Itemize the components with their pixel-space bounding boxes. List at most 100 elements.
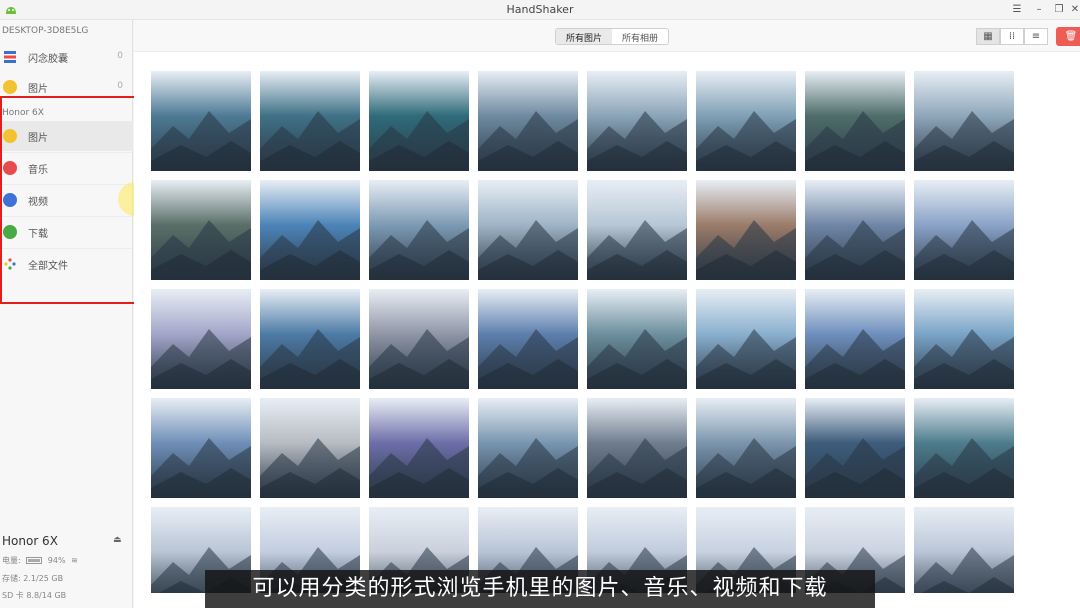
photo-thumbnail[interactable] [151, 289, 251, 389]
photo-thumbnail[interactable] [478, 289, 578, 389]
computer-name: DESKTOP-3D8E5LG [2, 26, 89, 36]
photo-image [151, 398, 251, 498]
photo-thumbnail[interactable] [696, 180, 796, 280]
menu-icon[interactable]: ☰ [1008, 2, 1026, 18]
photo-image [805, 71, 905, 171]
photo-image [805, 180, 905, 280]
device-name: Honor 6X [2, 534, 58, 548]
wifi-icon: ≋ [71, 556, 78, 565]
sidebar-item-label: 图片 [28, 84, 48, 95]
tab-all-photos[interactable]: 所有图片 [556, 29, 613, 44]
photo-image [260, 71, 360, 171]
photo-image [151, 71, 251, 171]
photo-image [369, 289, 469, 389]
grid-large-icon[interactable]: ▦ [976, 28, 1000, 45]
sd-status: SD 卡 8.8/14 GB [2, 590, 66, 601]
item-count: 0 [117, 81, 123, 91]
photo-image [805, 289, 905, 389]
trash-icon[interactable]: 🗑 [1056, 27, 1080, 46]
photo-thumbnail[interactable] [914, 398, 1014, 498]
photo-thumbnail[interactable] [260, 289, 360, 389]
photo-thumbnail[interactable] [260, 71, 360, 171]
photo-thumbnail[interactable] [369, 180, 469, 280]
storage-label: 存储: [2, 574, 21, 583]
window-title: HandShaker [506, 3, 574, 16]
battery-status: 电量: 94% ≋ [2, 555, 78, 566]
photo-image [151, 289, 251, 389]
photo-image [696, 289, 796, 389]
sidebar-item-label: 闪念胶囊 [28, 54, 68, 65]
photo-image [260, 289, 360, 389]
photo-thumbnail[interactable] [805, 398, 905, 498]
battery-label: 电量: [2, 556, 21, 565]
photo-image [914, 398, 1014, 498]
photo-thumbnail[interactable] [914, 289, 1014, 389]
battery-icon [26, 557, 43, 564]
list-icon[interactable]: ≡ [1024, 28, 1048, 45]
tab-all-albums[interactable]: 所有相册 [612, 29, 668, 44]
photo-thumbnail[interactable] [478, 398, 578, 498]
photo-thumbnail[interactable] [587, 71, 687, 171]
sd-value: 8.8/14 GB [26, 591, 67, 600]
photo-thumbnail[interactable] [805, 71, 905, 171]
photo-image [369, 398, 469, 498]
photo-thumbnail[interactable] [587, 289, 687, 389]
photo-thumbnail[interactable] [478, 71, 578, 171]
photo-image [914, 180, 1014, 280]
battery-fill [28, 559, 40, 562]
video-subtitle: 可以用分类的形式浏览手机里的图片、音乐、视频和下载 [205, 570, 875, 608]
eject-icon[interactable]: ⏏ [113, 535, 122, 545]
photo-thumbnail[interactable] [260, 398, 360, 498]
photo-thumbnail[interactable] [805, 289, 905, 389]
close-icon[interactable]: ✕ [1066, 2, 1080, 18]
photo-image [696, 71, 796, 171]
photo-image [478, 71, 578, 171]
photo-thumbnail[interactable] [369, 71, 469, 171]
photo-thumbnail[interactable] [369, 289, 469, 389]
photo-image [260, 180, 360, 280]
item-count: 0 [117, 51, 123, 61]
photo-thumbnail[interactable] [478, 180, 578, 280]
battery-value: 94% [47, 556, 66, 565]
photo-image [805, 398, 905, 498]
storage-value: 2.1/25 GB [23, 574, 64, 583]
photo-image [914, 289, 1014, 389]
title-bar: HandShaker ☰ – ❐ ✕ [0, 0, 1080, 20]
photo-thumbnail[interactable] [696, 398, 796, 498]
photo-image [587, 180, 687, 280]
photo-thumbnail[interactable] [914, 507, 1014, 593]
photo-image [478, 180, 578, 280]
photo-image [696, 398, 796, 498]
photo-image [151, 180, 251, 280]
photo-thumbnail[interactable] [696, 289, 796, 389]
minimize-icon[interactable]: – [1030, 2, 1048, 18]
photo-thumbnail[interactable] [587, 180, 687, 280]
photo-thumbnail[interactable] [260, 180, 360, 280]
photo-thumbnail[interactable] [151, 180, 251, 280]
photo-thumbnail[interactable] [369, 398, 469, 498]
photo-icon [3, 80, 17, 94]
photo-thumbnail[interactable] [914, 180, 1014, 280]
photo-image [478, 398, 578, 498]
grid-small-icon[interactable]: ⁞⁞ [1000, 28, 1024, 45]
photo-thumbnail[interactable] [696, 71, 796, 171]
sd-label: SD 卡 [2, 591, 24, 600]
storage-status: 存储: 2.1/25 GB [2, 573, 63, 584]
photo-image [587, 289, 687, 389]
photo-image [369, 180, 469, 280]
photo-thumbnail[interactable] [151, 398, 251, 498]
capsule-icon [4, 51, 16, 63]
photo-image [260, 398, 360, 498]
photo-thumbnail[interactable] [587, 398, 687, 498]
photo-image [587, 71, 687, 171]
photo-image [696, 180, 796, 280]
photo-thumbnail[interactable] [914, 71, 1014, 171]
album-tabs: 所有图片 所有相册 [555, 28, 670, 45]
sidebar-item-capsule[interactable]: 闪念胶囊 0 [0, 42, 133, 72]
photo-thumbnail[interactable] [151, 71, 251, 171]
photo-image [369, 71, 469, 171]
toolbar: 所有图片 所有相册 ▦ ⁞⁞ ≡ 🗑 [134, 20, 1080, 52]
main-content: 所有图片 所有相册 ▦ ⁞⁞ ≡ 🗑 [134, 20, 1080, 608]
photo-thumbnail[interactable] [805, 180, 905, 280]
photo-image [478, 289, 578, 389]
